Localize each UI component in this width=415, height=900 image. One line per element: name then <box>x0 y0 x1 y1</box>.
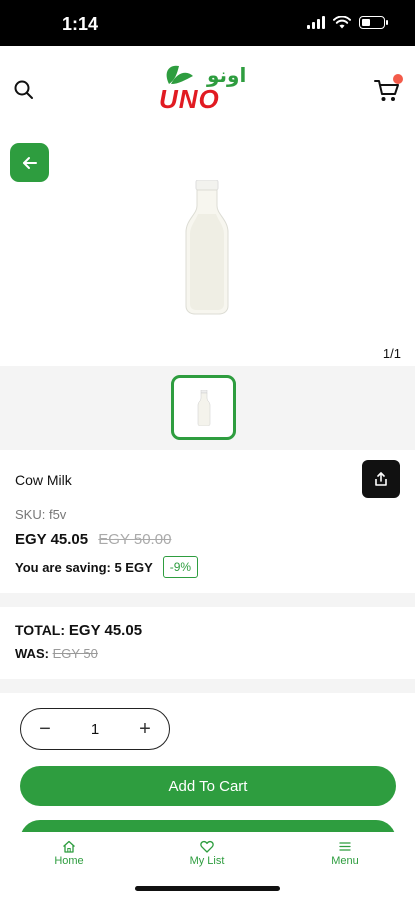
cart-badge <box>393 74 403 84</box>
product-sku: SKU: f5v <box>15 507 67 522</box>
section-divider <box>0 679 415 693</box>
menu-icon <box>339 842 351 851</box>
home-indicator[interactable] <box>135 886 280 891</box>
image-counter: 1/1 <box>382 346 401 361</box>
thumbnail-strip <box>0 366 415 450</box>
search-icon <box>14 80 33 99</box>
thumbnail-image <box>197 389 210 426</box>
battery-icon <box>359 16 388 29</box>
decrease-quantity-button[interactable]: − <box>35 719 55 739</box>
price-row: EGY 45.05 EGY 50.00 <box>15 531 171 548</box>
nav-label-home: Home <box>54 855 84 867</box>
total-row: TOTAL: EGY 45.05 <box>15 622 142 639</box>
product-title: Cow Milk <box>15 472 72 488</box>
add-to-cart-button[interactable]: Add To Cart <box>20 766 396 806</box>
nav-label-menu: Menu <box>331 855 359 867</box>
share-button[interactable] <box>362 460 400 498</box>
increase-quantity-button[interactable]: + <box>135 719 155 739</box>
arrow-left-icon <box>22 156 37 169</box>
app-header: اونو UNO <box>0 46 415 136</box>
saving-row: You are saving: 5 EGY -9% <box>15 556 199 578</box>
current-price: EGY 45.05 <box>15 531 89 548</box>
search-button[interactable] <box>12 78 36 102</box>
cart-button[interactable] <box>373 74 403 104</box>
was-row: WAS: EGY 50 <box>15 646 98 661</box>
saving-text: You are saving: 5 EGY <box>15 559 153 575</box>
back-button[interactable] <box>10 143 49 182</box>
nav-label-my-list: My List <box>189 855 225 867</box>
nav-item-my-list[interactable]: My List <box>162 840 252 867</box>
status-time: 1:14 <box>62 14 99 34</box>
product-image <box>185 180 229 315</box>
thumbnail-selected[interactable] <box>171 375 236 440</box>
quantity-stepper: − 1 + <box>20 708 170 750</box>
was-amount: EGY 50 <box>52 646 98 661</box>
status-icons <box>307 16 388 29</box>
total-amount: EGY 45.05 <box>68 622 143 639</box>
original-price: EGY 50.00 <box>98 531 172 548</box>
discount-badge: -9% <box>162 556 199 578</box>
uno-logo: اونو UNO <box>155 56 255 120</box>
nav-item-home[interactable]: Home <box>24 840 114 867</box>
nav-item-menu[interactable]: Menu <box>300 840 390 867</box>
share-icon <box>375 472 387 486</box>
wifi-icon <box>333 16 351 29</box>
quantity-value: 1 <box>90 720 100 738</box>
section-divider <box>0 593 415 607</box>
cellular-signal-icon <box>307 16 325 29</box>
home-icon <box>63 840 75 853</box>
logo-wordmark: UNO <box>159 84 220 114</box>
total-label: TOTAL: <box>15 622 66 638</box>
was-label: WAS: <box>15 646 49 661</box>
heart-icon <box>200 841 214 853</box>
status-bar: 1:14 <box>0 0 415 46</box>
